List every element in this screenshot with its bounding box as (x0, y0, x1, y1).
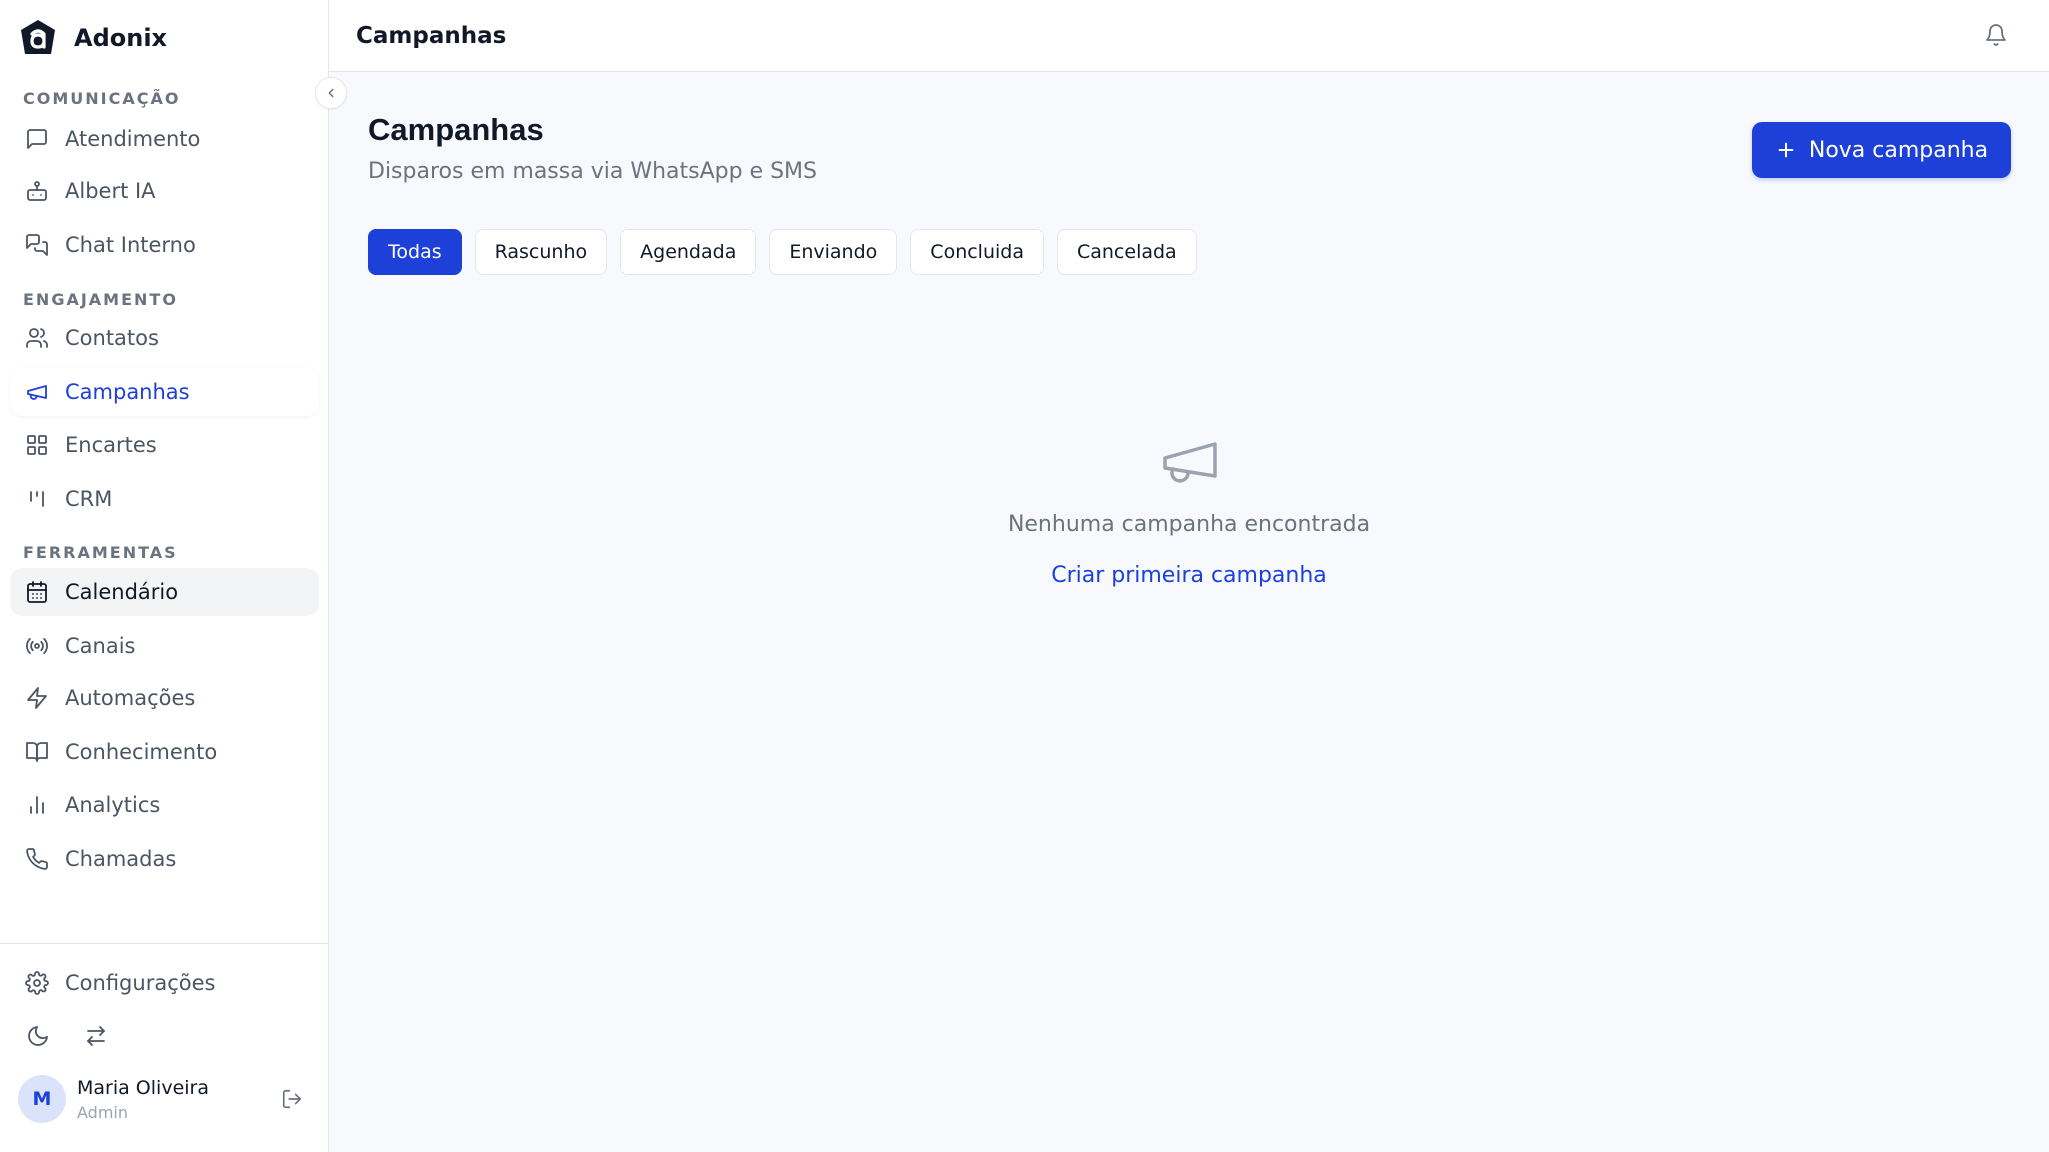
kanban-icon (23, 485, 51, 513)
main-content: Campanhas Campanhas Disparos em massa vi… (329, 0, 2049, 1152)
sidebar-item-label: Chat Interno (65, 233, 196, 257)
sidebar-item-encartes[interactable]: Encartes (10, 421, 319, 469)
logout-icon[interactable] (278, 1085, 306, 1113)
book-open-icon (23, 738, 51, 766)
brand-name: Adonix (74, 24, 168, 52)
theme-toggle-moon-icon[interactable] (24, 1022, 52, 1050)
brand[interactable]: Adonix (18, 18, 167, 58)
empty-state-link-wrap: Criar primeira campanha (329, 563, 2049, 588)
sidebar-item-crm[interactable]: CRM (10, 475, 319, 523)
filter-todas[interactable]: Todas (368, 229, 462, 275)
avatar: M (18, 1075, 66, 1123)
sidebar-item-label: Analytics (65, 793, 161, 817)
switch-arrows-icon[interactable] (82, 1022, 110, 1050)
topbar-title: Campanhas (356, 22, 507, 49)
settings-gear-icon (23, 969, 51, 997)
sidebar-divider (0, 943, 329, 944)
new-campaign-label: Nova campanha (1808, 137, 1989, 163)
sidebar: Adonix COMUNICAÇÃO Atendimento Albert IA… (0, 0, 347, 1152)
section-label-engajamento: ENGAJAMENTO (23, 290, 178, 309)
filter-concluida[interactable]: Concluida (910, 229, 1044, 275)
sidebar-item-label: Automações (65, 686, 196, 710)
filter-agendada[interactable]: Agendada (620, 229, 757, 275)
bot-icon (23, 177, 51, 205)
filter-rascunho[interactable]: Rascunho (474, 229, 608, 275)
plus-icon (1778, 142, 1794, 158)
topbar: Campanhas (329, 0, 2049, 72)
megaphone-icon (23, 378, 51, 406)
sidebar-item-label: Contatos (65, 326, 159, 350)
notification-bell-icon[interactable] (1981, 20, 2011, 50)
section-label-comunicacao: COMUNICAÇÃO (23, 89, 181, 108)
filter-cancelada[interactable]: Cancelada (1056, 229, 1197, 275)
new-campaign-button[interactable]: Nova campanha (1752, 122, 2011, 178)
adonix-logo-icon (21, 20, 55, 54)
sidebar-item-label: CRM (65, 487, 113, 511)
user-info: Maria Oliveira Admin (77, 1077, 209, 1122)
sidebar-item-conhecimento[interactable]: Conhecimento (10, 728, 319, 776)
status-filter-tabs: Todas Rascunho Agendada Enviando Conclui… (368, 229, 1197, 275)
grid-icon (23, 431, 51, 459)
sidebar-item-albert-ia[interactable]: Albert IA (10, 167, 319, 215)
calendar-icon (23, 578, 51, 606)
sidebar-item-label: Canais (65, 634, 136, 658)
sidebar-item-atendimento[interactable]: Atendimento (10, 115, 319, 163)
zap-icon (23, 684, 51, 712)
radio-icon (23, 632, 51, 660)
sidebar-item-label: Atendimento (65, 127, 201, 151)
sidebar-item-configuracoes[interactable]: Configurações (10, 959, 319, 1007)
sidebar-item-label: Encartes (65, 433, 157, 457)
messages-icon (23, 231, 51, 259)
section-label-ferramentas: FERRAMENTAS (23, 543, 178, 562)
sidebar-tools (24, 1022, 110, 1050)
message-square-icon (23, 125, 51, 153)
page-title: Campanhas (368, 112, 544, 147)
sidebar-item-label: Albert IA (65, 179, 156, 203)
sidebar-item-campanhas[interactable]: Campanhas (10, 368, 319, 416)
collapse-sidebar-button[interactable] (315, 77, 347, 109)
phone-icon (23, 845, 51, 873)
sidebar-item-label: Conhecimento (65, 740, 218, 764)
sidebar-item-chamadas[interactable]: Chamadas (10, 835, 319, 883)
filter-enviando[interactable]: Enviando (769, 229, 898, 275)
sidebar-item-label: Calendário (65, 580, 179, 604)
sidebar-item-automacoes[interactable]: Automações (10, 674, 319, 722)
sidebar-item-label: Configurações (65, 971, 216, 995)
megaphone-icon (1163, 442, 1217, 483)
user-name: Maria Oliveira (77, 1076, 209, 1099)
sidebar-item-label: Campanhas (65, 380, 190, 404)
sidebar-item-chat-interno[interactable]: Chat Interno (10, 221, 319, 269)
sidebar-item-contatos[interactable]: Contatos (10, 314, 319, 362)
sidebar-item-analytics[interactable]: Analytics (10, 781, 319, 829)
sidebar-item-label: Chamadas (65, 847, 177, 871)
empty-state-message: Nenhuma campanha encontrada (1007, 512, 1371, 537)
user-profile[interactable]: M Maria Oliveira Admin (18, 1075, 209, 1123)
sidebar-item-canais[interactable]: Canais (10, 622, 319, 670)
page-subtitle: Disparos em massa via WhatsApp e SMS (368, 159, 817, 184)
app-root: Adonix COMUNICAÇÃO Atendimento Albert IA… (0, 0, 2049, 1152)
chevron-left-icon (328, 88, 334, 98)
users-icon (23, 324, 51, 352)
user-role: Admin (77, 1102, 128, 1122)
create-first-campaign-link[interactable]: Criar primeira campanha (1051, 563, 1327, 588)
bar-chart-icon (23, 791, 51, 819)
sidebar-item-calendario[interactable]: Calendário (10, 568, 319, 616)
